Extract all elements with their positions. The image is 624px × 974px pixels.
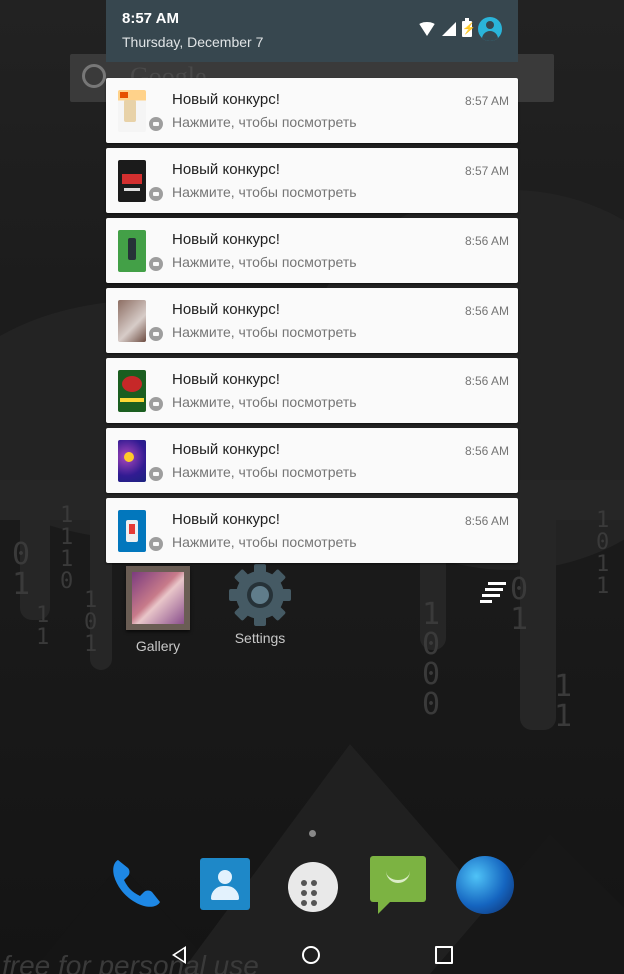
notification-image xyxy=(118,90,146,132)
notification-image xyxy=(118,230,146,272)
notification-image xyxy=(118,440,146,482)
notification-title: Новый конкурс! xyxy=(172,441,280,458)
notification-card[interactable]: Новый конкурс! Нажмите, чтобы посмотреть… xyxy=(106,288,518,353)
clear-all-button[interactable] xyxy=(480,580,508,604)
notification-time: 8:56 AM xyxy=(464,514,509,528)
search-icon xyxy=(82,64,106,88)
notification-image xyxy=(118,160,146,202)
messaging-icon[interactable] xyxy=(370,856,426,914)
navigation-bar xyxy=(0,934,624,974)
notification-time: 8:56 AM xyxy=(464,234,509,248)
notification-title: Новый конкурс! xyxy=(172,301,280,318)
notification-shade-header[interactable]: 8:57 AM Thursday, December 7 ⚡ xyxy=(106,0,518,62)
notification-title: Новый конкурс! xyxy=(172,161,280,178)
notification-card[interactable]: Новый конкурс! Нажмите, чтобы посмотреть… xyxy=(106,78,518,143)
gallery-icon xyxy=(126,566,190,630)
phone-icon[interactable] xyxy=(106,854,166,914)
binary-text: 1 0 1 1 xyxy=(596,508,610,599)
app-label: Gallery xyxy=(135,638,181,654)
notification-title: Новый конкурс! xyxy=(172,511,280,528)
notification-card[interactable]: Новый конкурс! Нажмите, чтобы посмотреть… xyxy=(106,428,518,493)
drawer-dots xyxy=(301,880,325,906)
binary-text: 1 0 1 xyxy=(84,588,98,657)
notification-list: Новый конкурс! Нажмите, чтобы посмотреть… xyxy=(106,78,518,568)
app-gallery[interactable]: Gallery xyxy=(122,566,194,654)
notification-card[interactable]: Новый конкурс! Нажмите, чтобы посмотреть… xyxy=(106,148,518,213)
notification-text: Нажмите, чтобы посмотреть xyxy=(172,114,357,130)
status-icons: ⚡ xyxy=(418,16,502,42)
notification-card[interactable]: Новый конкурс! Нажмите, чтобы посмотреть… xyxy=(106,358,518,423)
clear-all-icon-line xyxy=(480,600,492,603)
contacts-icon[interactable] xyxy=(200,858,250,910)
app-badge-icon xyxy=(148,536,164,552)
notification-time: 8:57 AM xyxy=(464,94,509,108)
notification-title: Новый конкурс! xyxy=(172,231,280,248)
notification-text: Нажмите, чтобы посмотреть xyxy=(172,184,357,200)
notification-time: 8:56 AM xyxy=(464,444,509,458)
notification-title: Новый конкурс! xyxy=(172,371,280,388)
cell-signal-icon xyxy=(442,22,456,36)
notification-text: Нажмите, чтобы посмотреть xyxy=(172,464,357,480)
recents-icon[interactable] xyxy=(435,946,453,964)
notification-card[interactable]: Новый конкурс! Нажмите, чтобы посмотреть… xyxy=(106,218,518,283)
notification-text: Нажмите, чтобы посмотреть xyxy=(172,394,357,410)
notification-time: 8:57 AM xyxy=(464,164,509,178)
status-date: Thursday, December 7 xyxy=(122,34,264,50)
wifi-icon xyxy=(418,22,436,36)
app-badge-icon xyxy=(148,326,164,342)
home-icon[interactable] xyxy=(302,946,320,964)
notification-time: 8:56 AM xyxy=(464,304,509,318)
app-badge-icon xyxy=(148,466,164,482)
clear-all-icon xyxy=(488,582,506,585)
app-label: Settings xyxy=(234,630,286,646)
gear-icon xyxy=(227,562,293,628)
app-settings[interactable]: Settings xyxy=(224,562,296,646)
browser-icon[interactable] xyxy=(456,856,514,914)
user-avatar-icon[interactable] xyxy=(478,17,502,41)
binary-text: 0 1 xyxy=(12,537,31,602)
notification-image xyxy=(118,370,146,412)
notification-time: 8:56 AM xyxy=(464,374,509,388)
binary-text: 1 1 1 0 xyxy=(60,503,74,594)
notification-text: Нажмите, чтобы посмотреть xyxy=(172,324,357,340)
battery-charging-icon: ⚡ xyxy=(462,18,476,37)
app-badge-icon xyxy=(148,186,164,202)
binary-text: 1 1 xyxy=(554,669,573,734)
binary-text: 1 0 0 0 xyxy=(422,597,441,722)
notification-image xyxy=(118,510,146,552)
notification-image xyxy=(118,300,146,342)
binary-text: 0 1 xyxy=(510,572,529,637)
app-badge-icon xyxy=(148,396,164,412)
back-icon[interactable] xyxy=(172,946,186,964)
clear-all-icon-line xyxy=(485,588,503,591)
notification-text: Нажмите, чтобы посмотреть xyxy=(172,254,357,270)
clear-all-icon-line xyxy=(482,594,500,597)
binary-text: 1 1 xyxy=(36,603,50,650)
status-time: 8:57 AM xyxy=(122,10,179,27)
notification-text: Нажмите, чтобы посмотреть xyxy=(172,534,357,550)
notification-title: Новый конкурс! xyxy=(172,91,280,108)
app-badge-icon xyxy=(148,256,164,272)
page-indicator-dot xyxy=(309,830,316,837)
app-drawer-icon[interactable] xyxy=(288,862,338,912)
app-badge-icon xyxy=(148,116,164,132)
notification-card[interactable]: Новый конкурс! Нажмите, чтобы посмотреть… xyxy=(106,498,518,563)
